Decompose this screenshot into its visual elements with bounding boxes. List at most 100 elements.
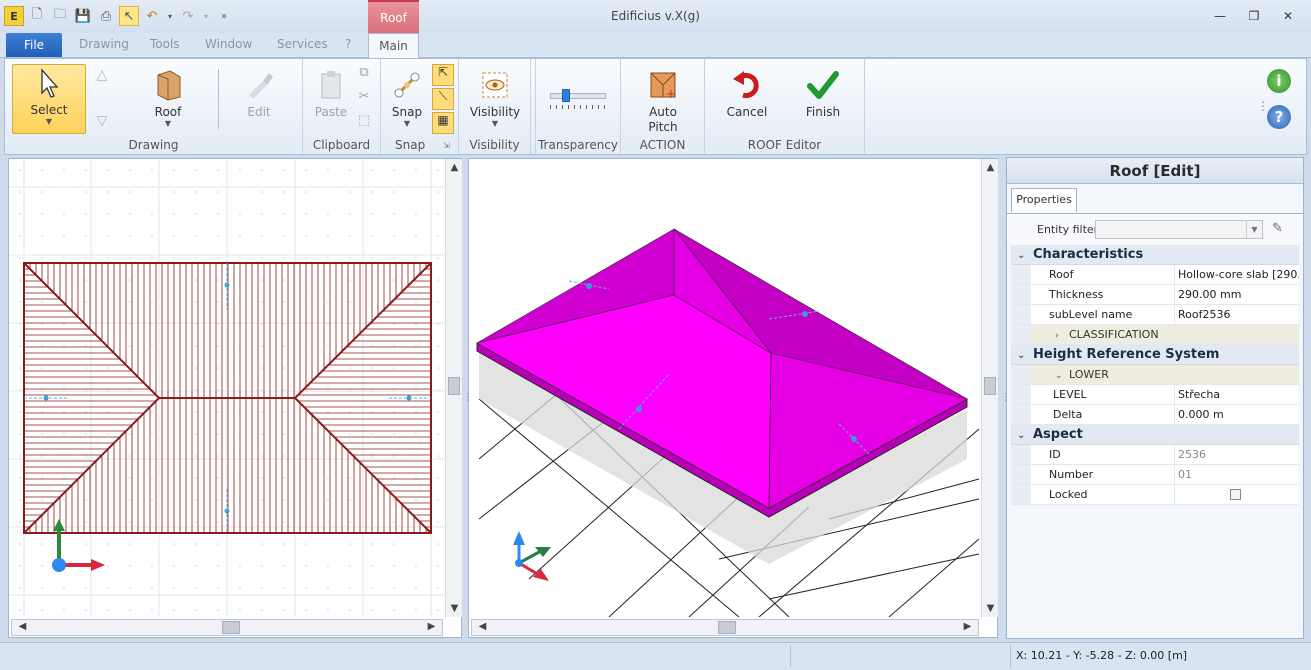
visibility-group-label: Visibility — [469, 138, 520, 152]
scroll-thumb[interactable] — [222, 621, 240, 634]
viewport-area: ▲ ▼ ◀ ▶ ⋮ — [4, 156, 1011, 640]
divider — [790, 645, 791, 667]
svg-text:+: + — [666, 87, 676, 101]
maximize-icon[interactable]: ❐ — [1237, 6, 1271, 26]
property-value[interactable]: Střecha — [1175, 385, 1299, 404]
scroll-down-icon[interactable]: ▼ — [446, 603, 463, 614]
select-label: Select — [30, 103, 68, 117]
snap-midpoint-icon[interactable]: ⟍ — [432, 88, 454, 110]
plan-canvas[interactable] — [9, 159, 445, 617]
scroll-up-icon[interactable]: ▲ — [982, 162, 999, 173]
scroll-up-icon[interactable]: △ — [95, 67, 109, 83]
property-value[interactable]: Roof2536 — [1175, 305, 1299, 324]
select-button[interactable]: Select ▼ — [12, 64, 86, 134]
property-row[interactable]: LEVEL Střecha — [1011, 385, 1299, 405]
info-icon[interactable]: i — [1267, 69, 1291, 93]
finish-button[interactable]: Finish — [799, 69, 847, 119]
3d-vertical-scrollbar[interactable]: ▲ ▼ — [981, 159, 998, 617]
snap-grid-icon[interactable]: ▦ — [432, 112, 454, 134]
tab-window[interactable]: Window — [205, 37, 252, 51]
auto-pitch-button[interactable]: + Auto Pitch — [635, 69, 691, 135]
clipboard-icon — [321, 71, 341, 99]
property-row[interactable]: subLevel name Roof2536 — [1011, 305, 1299, 325]
visibility-button[interactable]: Visibility ▼ — [467, 69, 523, 128]
cut-icon[interactable]: ✂ — [355, 89, 373, 104]
scroll-up-icon[interactable]: ▲ — [446, 162, 463, 173]
scroll-left-icon[interactable]: ◀ — [14, 621, 31, 632]
category-aspect[interactable]: ⌄ Aspect — [1011, 425, 1299, 445]
paste-button[interactable]: Paste — [311, 69, 351, 119]
minimize-icon[interactable]: — — [1203, 6, 1237, 26]
window-title: Edificius v.X(g) — [611, 9, 700, 23]
property-row[interactable]: RoofHollow-core slab [290.00 mm — [1011, 265, 1299, 285]
tab-drawing[interactable]: Drawing — [79, 37, 129, 51]
locked-checkbox[interactable] — [1230, 489, 1241, 500]
category-label: Aspect — [1033, 427, 1083, 442]
property-key: Roof — [1011, 265, 1175, 284]
scroll-thumb[interactable] — [718, 621, 736, 634]
scroll-left-icon[interactable]: ◀ — [474, 621, 491, 632]
select-area-icon[interactable]: ⬚ — [355, 113, 373, 128]
roof-button[interactable]: Roof ▼ — [137, 69, 199, 128]
property-value[interactable]: Hollow-core slab [290.00 mm — [1175, 265, 1299, 284]
copy-icon[interactable]: ⧉ — [355, 65, 373, 80]
filter-edit-icon[interactable]: ✎ — [1272, 221, 1283, 236]
scroll-right-icon[interactable]: ▶ — [959, 621, 976, 632]
property-key: LEVEL — [1011, 385, 1175, 404]
roof-icon — [157, 70, 181, 101]
property-row[interactable]: ID 2536 — [1011, 445, 1299, 465]
edit-label: Edit — [247, 105, 271, 119]
subcategory-lower[interactable]: ⌄ LOWER — [1011, 365, 1299, 385]
property-value[interactable]: 0.000 m — [1175, 405, 1299, 424]
clipboard-group-label: Clipboard — [312, 138, 371, 152]
action-group: + Auto Pitch ACTION — [621, 59, 705, 154]
title-bar: E 🗋 🗀 💾 ⎙ ↖ ↶ ▾ ↷ ▾ » Roof Edificius v.X… — [0, 0, 1311, 33]
ribbon: Select ▼ △ ▽ Roof ▼ Edit Drawing Paste ⧉… — [4, 58, 1307, 155]
scroll-thumb[interactable] — [984, 377, 996, 395]
property-row[interactable]: Delta 0.000 m — [1011, 405, 1299, 425]
divider — [1010, 645, 1011, 667]
subcategory-classification[interactable]: › CLASSIFICATION — [1011, 325, 1299, 345]
category-height-reference[interactable]: ⌄ Height Reference System — [1011, 345, 1299, 365]
help-icon[interactable]: ? — [1267, 105, 1291, 129]
cancel-button[interactable]: Cancel — [723, 69, 771, 119]
property-row[interactable]: Locked — [1011, 485, 1299, 505]
scroll-thumb[interactable] — [448, 377, 460, 395]
plan-vertical-scrollbar[interactable]: ▲ ▼ — [445, 159, 462, 617]
snap-button[interactable]: Snap ▼ — [387, 69, 427, 128]
3d-canvas[interactable] — [469, 159, 981, 617]
dialog-launcher-icon[interactable]: ⇲ — [443, 141, 450, 150]
property-value — [1175, 485, 1299, 504]
transparency-group: Transparency — [535, 59, 621, 154]
scroll-right-icon[interactable]: ▶ — [423, 621, 440, 632]
tab-properties[interactable]: Properties — [1011, 188, 1077, 212]
entity-filter-label: Entity filter — [1037, 223, 1099, 236]
scroll-down-icon[interactable]: ▼ — [982, 603, 999, 614]
3d-view[interactable]: ▲ ▼ ◀ ▶ — [468, 158, 998, 638]
category-characteristics[interactable]: ⌄ Characteristics — [1011, 245, 1299, 265]
entity-filter-select[interactable]: ▼ — [1095, 220, 1263, 239]
divider — [218, 69, 219, 129]
scroll-down-icon[interactable]: ▽ — [95, 113, 109, 129]
property-row[interactable]: Number 01 — [1011, 465, 1299, 485]
property-value[interactable]: 290.00 mm — [1175, 285, 1299, 304]
property-value[interactable]: 01 — [1175, 465, 1299, 484]
3d-axis-gizmo — [513, 531, 551, 581]
3d-horizontal-scrollbar[interactable]: ◀ ▶ — [471, 619, 979, 636]
tab-tools[interactable]: Tools — [150, 37, 180, 51]
paste-label: Paste — [314, 105, 348, 119]
tab-help[interactable]: ? — [345, 37, 351, 51]
plan-horizontal-scrollbar[interactable]: ◀ ▶ — [11, 619, 443, 636]
plan-view[interactable]: ▲ ▼ ◀ ▶ — [8, 158, 462, 638]
slider-thumb[interactable] — [562, 89, 570, 102]
property-row[interactable]: Thickness 290.00 mm — [1011, 285, 1299, 305]
roof-label: Roof — [154, 105, 182, 119]
snap-endpoint-icon[interactable]: ⇱ — [432, 64, 454, 86]
tab-file[interactable]: File — [6, 33, 62, 57]
transparency-slider[interactable] — [550, 89, 606, 102]
edit-button[interactable]: Edit — [233, 69, 285, 119]
tab-services[interactable]: Services — [277, 37, 328, 51]
close-icon[interactable]: ✕ — [1271, 6, 1305, 26]
tab-main[interactable]: Main — [368, 33, 419, 58]
visibility-group: Visibility ▼ Visibility — [459, 59, 531, 154]
